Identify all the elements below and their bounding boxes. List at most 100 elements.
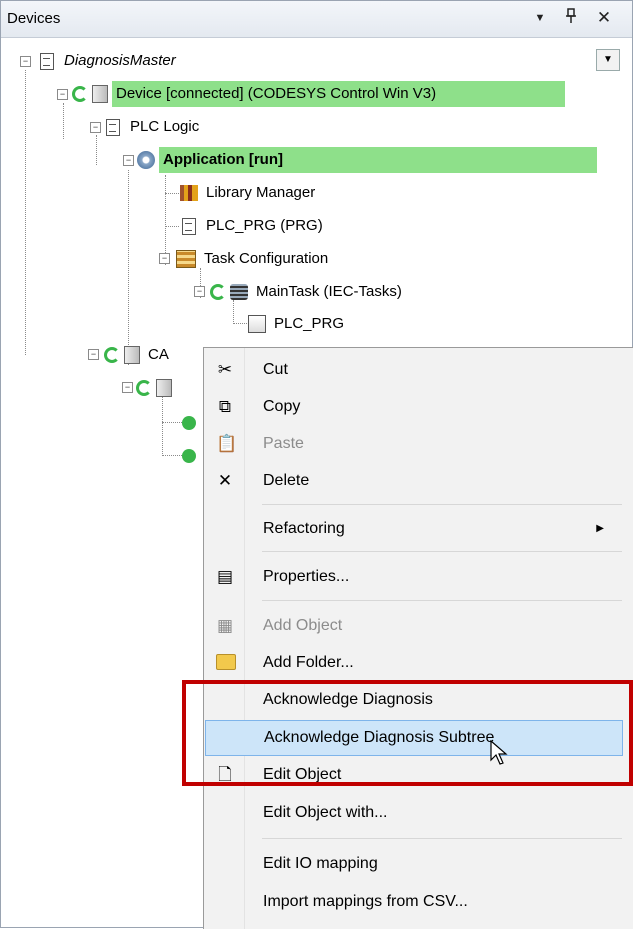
menu-item-edit-object[interactable]: 🗋 Edit Object	[204, 757, 622, 793]
tree-node-root[interactable]: DiagnosisMaster	[38, 48, 180, 74]
menu-item-label: Delete	[263, 472, 310, 489]
collapse-icon[interactable]: −	[90, 122, 101, 133]
tree-node-label: Library Manager	[206, 184, 316, 201]
connected-icon	[104, 347, 120, 363]
plc-logic-icon	[106, 118, 120, 136]
collapse-icon[interactable]: −	[159, 253, 170, 264]
menu-item-cut[interactable]: ✂ Cut	[204, 352, 622, 388]
context-menu: ✂ Cut ⧉ Copy 📋 Paste ✕ Delete Refactorin…	[203, 347, 633, 929]
tree-line	[162, 455, 184, 456]
menu-item-copy[interactable]: ⧉ Copy	[204, 389, 622, 425]
menu-item-label: Edit Object	[263, 766, 342, 783]
collapse-icon[interactable]: −	[122, 382, 133, 393]
tree-node-can[interactable]: CA	[104, 342, 173, 368]
menu-item-acknowledge-diagnosis-subtree[interactable]: Acknowledge Diagnosis Subtree	[205, 720, 623, 756]
add-object-icon: ▦	[216, 616, 234, 635]
properties-icon: ▤	[216, 567, 234, 586]
library-icon	[180, 185, 198, 201]
tree-line	[162, 422, 184, 423]
menu-item-label: Cut	[263, 361, 288, 378]
menu-item-edit-object-with[interactable]: Edit Object with...	[204, 795, 622, 831]
tree-line	[63, 103, 64, 139]
mouse-cursor-icon	[490, 739, 508, 772]
tree-node-application[interactable]: Application [run]	[137, 147, 597, 173]
task-configuration-icon	[176, 250, 196, 268]
tree-node-label: MainTask (IEC-Tasks)	[256, 283, 402, 300]
tree-line	[128, 170, 129, 365]
menu-item-edit-io-mapping[interactable]: Edit IO mapping	[204, 846, 622, 882]
connected-icon	[72, 86, 88, 102]
panel-title: Devices	[7, 10, 61, 27]
application-icon	[137, 151, 155, 169]
tree-node-child[interactable]	[182, 410, 200, 436]
tree-node-label: Device [connected] (CODESYS Control Win …	[112, 81, 565, 107]
tree-node-label: DiagnosisMaster	[64, 52, 176, 69]
program-call-icon	[248, 315, 266, 333]
panel-dropdown-icon[interactable]: ▼	[530, 8, 550, 28]
tree-node-label: Application [run]	[159, 147, 597, 173]
tree-node-label: Task Configuration	[204, 250, 329, 267]
copy-icon: ⧉	[218, 397, 232, 416]
device-icon	[156, 379, 172, 397]
status-icon	[182, 416, 196, 430]
tree-line	[96, 135, 97, 165]
tree-node-label: PLC_PRG	[274, 315, 345, 332]
menu-item-label: Acknowledge Diagnosis Subtree	[264, 729, 495, 746]
scissors-icon: ✂	[217, 360, 233, 379]
status-icon	[182, 449, 196, 463]
running-icon	[210, 284, 226, 300]
tree-node-plc-logic[interactable]: PLC Logic	[104, 114, 203, 140]
tree-node-device[interactable]: Device [connected] (CODESYS Control Win …	[72, 81, 565, 107]
tree-node-plc-prg[interactable]: PLC_PRG (PRG)	[180, 213, 327, 239]
tree-node-child[interactable]	[136, 375, 176, 401]
menu-item-label: Properties...	[263, 568, 350, 585]
tree-dropdown-button[interactable]: ▼	[596, 49, 620, 71]
folder-icon	[216, 654, 236, 672]
collapse-icon[interactable]: −	[88, 349, 99, 360]
connected-icon	[136, 380, 152, 396]
collapse-icon[interactable]: −	[57, 89, 68, 100]
edit-object-icon: 🗋	[218, 765, 232, 784]
tree-line	[165, 175, 166, 265]
collapse-icon[interactable]: −	[123, 155, 134, 166]
menu-item-add-object: ▦ Add Object	[204, 608, 622, 644]
menu-item-label: Acknowledge Diagnosis	[263, 691, 433, 708]
tree-node-label: PLC_PRG (PRG)	[206, 217, 323, 234]
tree-node-child[interactable]	[182, 443, 200, 469]
menu-item-delete[interactable]: ✕ Delete	[204, 463, 622, 499]
paste-icon: 📋	[216, 434, 238, 453]
tree-node-label: PLC Logic	[130, 118, 200, 135]
collapse-icon[interactable]: −	[20, 56, 31, 67]
tree-node-main-task[interactable]: MainTask (IEC-Tasks)	[210, 279, 406, 305]
pin-icon[interactable]	[561, 8, 581, 28]
menu-item-refactoring[interactable]: Refactoring ▶	[204, 511, 622, 547]
device-icon	[124, 346, 140, 364]
tree-node-task-configuration[interactable]: Task Configuration	[176, 246, 332, 272]
project-icon	[40, 52, 54, 70]
menu-item-label: Import mappings from CSV...	[263, 893, 468, 910]
menu-item-paste: 📋 Paste	[204, 426, 622, 462]
menu-item-label: Refactoring	[263, 520, 345, 537]
program-icon	[182, 217, 196, 235]
menu-item-import-mappings[interactable]: Import mappings from CSV...	[204, 884, 622, 920]
menu-item-add-folder[interactable]: Add Folder...	[204, 645, 622, 681]
menu-item-label: Paste	[263, 435, 304, 452]
menu-separator	[262, 600, 622, 601]
panel-header: Devices ▼ ✕	[1, 1, 632, 38]
device-icon	[92, 85, 108, 103]
menu-separator	[262, 838, 622, 839]
menu-separator	[262, 504, 622, 505]
tree-line	[165, 226, 179, 227]
close-icon[interactable]: ✕	[594, 8, 614, 28]
menu-item-label: Add Folder...	[263, 654, 354, 671]
menu-item-label: Copy	[263, 398, 301, 415]
tree-node-plc-prg-call[interactable]: PLC_PRG	[248, 311, 348, 337]
delete-icon: ✕	[217, 471, 233, 490]
task-icon	[230, 284, 248, 300]
collapse-icon[interactable]: −	[194, 286, 205, 297]
tree-node-label: CA	[148, 346, 169, 363]
menu-item-acknowledge-diagnosis[interactable]: Acknowledge Diagnosis	[204, 682, 622, 718]
menu-item-label: Add Object	[263, 617, 343, 634]
tree-node-library-manager[interactable]: Library Manager	[180, 180, 319, 206]
menu-item-properties[interactable]: ▤ Properties...	[204, 559, 622, 595]
